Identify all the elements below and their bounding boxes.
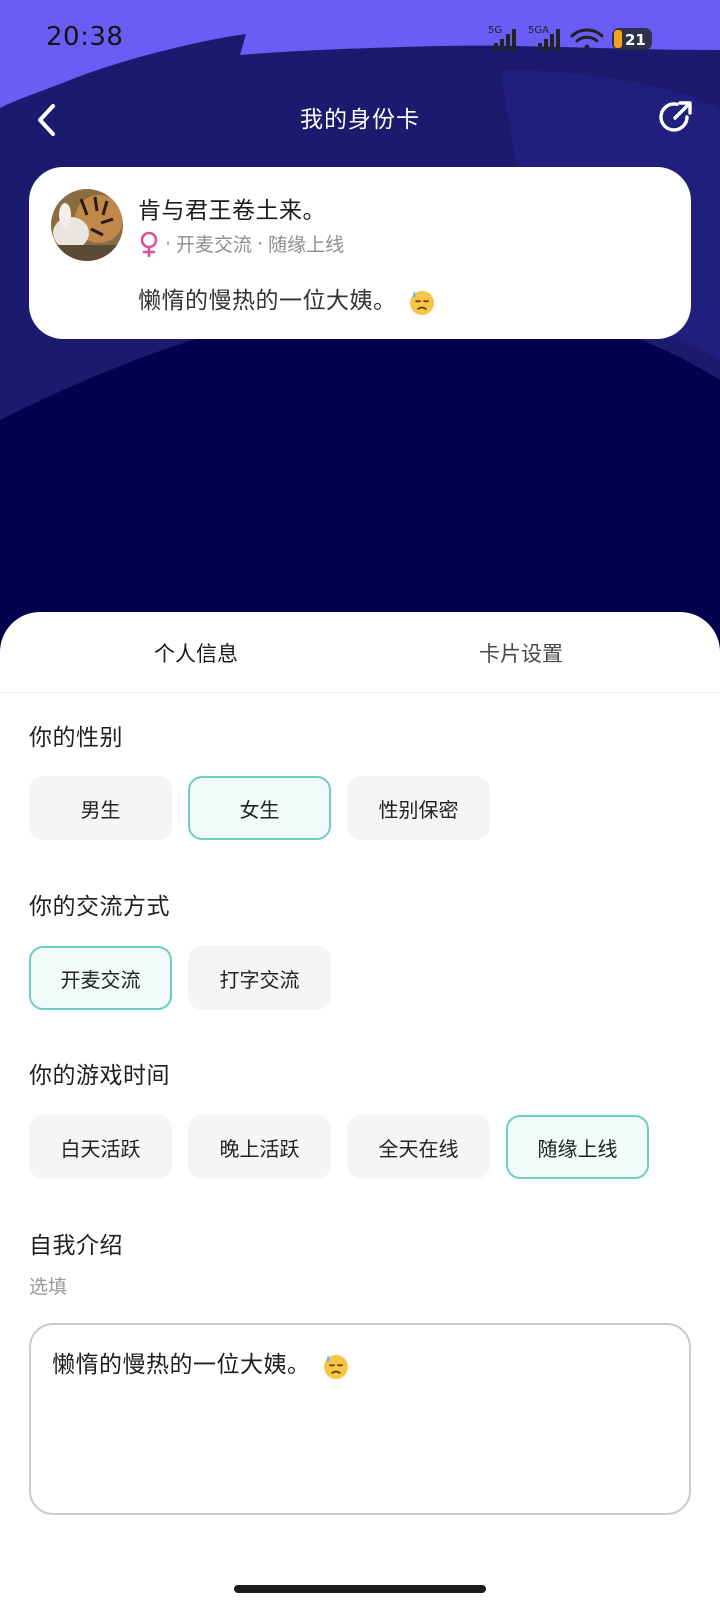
time-option-day[interactable]: 白天活跃 bbox=[29, 1115, 172, 1179]
sweat-face-emoji-icon bbox=[324, 1354, 349, 1379]
comm-options: 开麦交流 打字交流 bbox=[29, 946, 331, 1010]
signal-label-5ga: 5GA bbox=[528, 25, 549, 36]
comm-option-text[interactable]: 打字交流 bbox=[188, 946, 331, 1010]
time-option-allday[interactable]: 全天在线 bbox=[347, 1115, 490, 1179]
cellular-signal-icon-2: 5GA bbox=[528, 25, 560, 51]
share-button[interactable] bbox=[652, 94, 698, 140]
tab-bar: 个人信息 卡片设置 bbox=[0, 612, 720, 693]
meta-separator: · bbox=[257, 232, 264, 255]
identity-card: 肯与君王卷土来。 · 开麦交流 · 随缘上线 懒惰的慢热的一位大姨。 bbox=[29, 167, 691, 339]
card-bio-text: 懒惰的慢热的一位大姨。 bbox=[138, 288, 397, 314]
page-title: 我的身份卡 bbox=[300, 107, 420, 133]
intro-optional-hint: 选填 bbox=[29, 1276, 68, 1298]
card-bio: 懒惰的慢热的一位大姨。 bbox=[138, 281, 436, 316]
time-option-night[interactable]: 晚上活跃 bbox=[188, 1115, 331, 1179]
battery-icon: 21 bbox=[612, 28, 652, 50]
intro-section-title: 自我介绍 bbox=[29, 1233, 123, 1259]
status-icons: 5G 5GA 21 bbox=[488, 25, 652, 51]
battery-level: 21 bbox=[625, 31, 646, 49]
card-online-time: 随缘上线 bbox=[268, 234, 345, 256]
card-comm-mode: 开麦交流 bbox=[176, 234, 253, 256]
gender-option-male[interactable]: 男生 bbox=[29, 776, 172, 840]
settings-sheet: 个人信息 卡片设置 你的性别 男生 女生 性别保密 你的交流方式 开麦交流 打字… bbox=[0, 612, 720, 1602]
wifi-icon bbox=[570, 28, 604, 50]
avatar-image bbox=[51, 189, 123, 261]
time-section-title: 你的游戏时间 bbox=[29, 1063, 170, 1089]
time-option-random[interactable]: 随缘上线 bbox=[506, 1115, 649, 1179]
gender-options: 男生 女生 性别保密 bbox=[29, 776, 490, 840]
card-meta: · 开麦交流 · 随缘上线 bbox=[138, 230, 344, 257]
nav-bar: 我的身份卡 bbox=[0, 90, 720, 150]
gender-option-female[interactable]: 女生 bbox=[188, 776, 331, 840]
comm-section-title: 你的交流方式 bbox=[29, 894, 170, 920]
status-time: 20:38 bbox=[46, 22, 124, 52]
cellular-signal-icon: 5G bbox=[488, 25, 516, 51]
meta-separator: · bbox=[165, 232, 172, 255]
avatar[interactable] bbox=[51, 189, 123, 261]
tab-card-settings[interactable]: 卡片设置 bbox=[341, 638, 701, 668]
gender-section-title: 你的性别 bbox=[29, 725, 123, 751]
female-icon bbox=[140, 231, 158, 257]
home-indicator[interactable] bbox=[234, 1585, 486, 1593]
tab-personal-info[interactable]: 个人信息 bbox=[16, 638, 376, 668]
intro-text: 懒惰的慢热的一位大姨。 bbox=[52, 1352, 311, 1378]
card-username: 肯与君王卷土来。 bbox=[138, 198, 326, 224]
share-icon bbox=[659, 101, 692, 132]
signal-label-5g: 5G bbox=[488, 25, 502, 36]
intro-textarea[interactable]: 懒惰的慢热的一位大姨。 bbox=[29, 1323, 691, 1515]
sweat-face-emoji-icon bbox=[410, 290, 435, 315]
time-options: 白天活跃 晚上活跃 全天在线 随缘上线 bbox=[29, 1115, 649, 1179]
comm-option-voice[interactable]: 开麦交流 bbox=[29, 946, 172, 1010]
status-bar: 20:38 5G 5GA 21 bbox=[0, 0, 720, 80]
gender-option-secret[interactable]: 性别保密 bbox=[347, 776, 490, 840]
